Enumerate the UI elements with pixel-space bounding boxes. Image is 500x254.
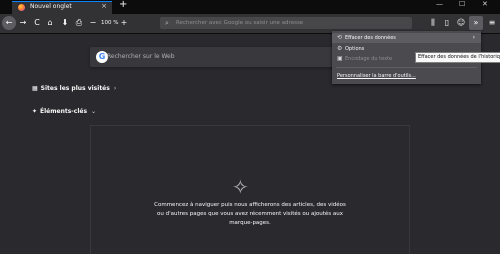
zoom-in-button[interactable]: + [118, 17, 130, 29]
search-icon: ⌕ [165, 19, 169, 27]
reload-button[interactable]: C [31, 17, 43, 29]
url-bar-placeholder: Rechercher avec Google ou saisir une adr… [176, 20, 304, 26]
chevron-right-icon: › [113, 85, 117, 92]
sidebar-icon[interactable]: ▯ [441, 17, 453, 29]
url-bar[interactable]: ⌕ Rechercher avec Google ou saisir une a… [160, 17, 412, 29]
highlights-empty-panel [90, 125, 410, 254]
highlights-heading[interactable]: ✦ Éléments-clés ⌄ [32, 108, 96, 115]
save-page-icon[interactable]: ⬇ [59, 17, 71, 29]
account-icon[interactable]: ☺ [455, 17, 467, 29]
firefox-icon [18, 4, 25, 11]
highlights-label: Éléments-clés [40, 108, 88, 115]
chevron-right-icon: › [472, 34, 475, 41]
tab-close-icon[interactable]: × [101, 2, 107, 10]
overflow-menu-button[interactable]: » [469, 16, 483, 30]
title-bar: Nouvel onglet × + — ☐ ✕ [0, 0, 500, 14]
minimize-button[interactable]: — [436, 0, 443, 8]
highlights-empty-message: Commencez à naviguer puis nous affichero… [154, 202, 346, 226]
home-button[interactable]: ⌂ [44, 17, 56, 29]
menu-item-label: Options [345, 46, 365, 52]
menu-item-label: Encodage du texte [345, 56, 393, 62]
hamburger-menu-icon[interactable]: ≡ [486, 17, 498, 29]
history-icon: ⟲ [337, 34, 343, 41]
zoom-out-button[interactable]: − [87, 17, 99, 29]
maximize-button[interactable]: ☐ [459, 0, 465, 8]
sparkle-icon: ✦ [32, 108, 38, 115]
print-icon[interactable]: ⎙ [73, 17, 85, 29]
library-icon[interactable]: ⫼ [427, 17, 439, 29]
close-window-button[interactable]: ✕ [482, 0, 488, 8]
highlights-empty-icon: ✧ [232, 175, 249, 199]
encoding-icon: ▣ [337, 55, 343, 62]
menu-separator [336, 67, 477, 68]
grid-icon: ▦ [32, 85, 38, 92]
menu-item-clear-data[interactable]: ⟲ Effacer des données › [332, 33, 481, 43]
menu-item-label: Effacer des données [345, 35, 396, 41]
chevron-down-icon: ⌄ [91, 108, 97, 115]
tab-title: Nouvel onglet [30, 3, 72, 10]
tab-nouvel-onglet[interactable]: Nouvel onglet × [12, 1, 112, 14]
gear-icon: ⚙ [337, 45, 343, 52]
menu-item-customize-toolbar[interactable]: Personnaliser la barre d'outils... [332, 71, 481, 81]
top-sites-label: Sites les plus visités [40, 85, 110, 92]
tooltip: Effacer des données de l'historique [415, 52, 500, 63]
back-button[interactable]: ← [2, 16, 16, 30]
forward-button[interactable]: → [17, 17, 29, 29]
new-tab-button[interactable]: + [119, 0, 127, 10]
zoom-level[interactable]: 100 % [101, 17, 118, 29]
top-sites-heading[interactable]: ▦ Sites les plus visités › [32, 85, 116, 92]
web-search-placeholder: Rechercher sur le Web [107, 53, 175, 60]
menu-item-label: Personnaliser la barre d'outils... [337, 73, 416, 79]
